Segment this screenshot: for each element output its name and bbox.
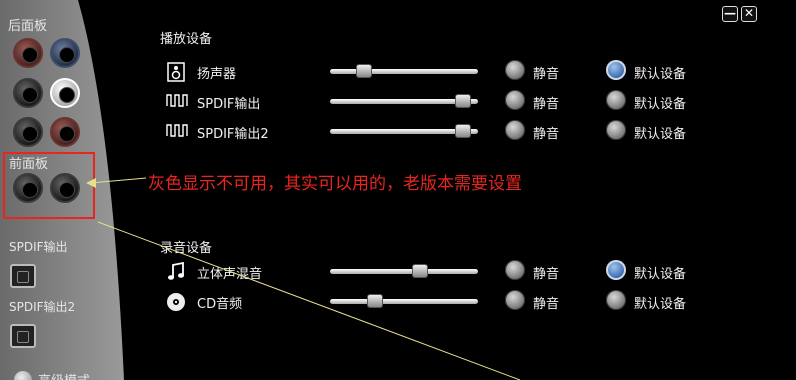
playback-device-row: 扬声器 静音 默认设备 (0, 59, 796, 83)
front-panel-highlight-box (3, 152, 95, 219)
default-device-radio[interactable] (606, 120, 626, 140)
minimize-button[interactable]: — (722, 6, 738, 22)
volume-slider[interactable] (330, 294, 478, 308)
cd-icon (166, 292, 186, 311)
recording-section-title: 录音设备 (160, 241, 213, 256)
mute-radio[interactable] (505, 60, 525, 80)
volume-slider[interactable] (330, 124, 478, 138)
mute-radio[interactable] (505, 90, 525, 110)
mute-radio[interactable] (505, 260, 525, 280)
volume-slider-thumb[interactable] (455, 124, 471, 138)
mute-radio[interactable] (505, 120, 525, 140)
default-device-radio[interactable] (606, 290, 626, 310)
spdif-out-label: SPDIF输出 (9, 240, 68, 254)
default-device-label: 默认设备 (634, 67, 687, 82)
mute-label: 静音 (533, 127, 560, 142)
default-device-radio[interactable] (606, 60, 626, 80)
volume-slider-thumb[interactable] (412, 264, 428, 278)
default-device-label: 默认设备 (634, 267, 687, 282)
spdif-port2-icon (10, 324, 36, 348)
mute-radio[interactable] (505, 290, 525, 310)
annotation-text: 灰色显示不可用，其实可以用的，老版本需要设置 (148, 174, 522, 194)
device-name: 立体声混音 (197, 267, 263, 282)
music-note-icon (166, 261, 186, 280)
volume-slider-thumb[interactable] (356, 64, 372, 78)
device-name: SPDIF输出 (197, 97, 261, 112)
volume-slider[interactable] (330, 264, 478, 278)
mute-label: 静音 (533, 297, 560, 312)
default-device-label: 默认设备 (634, 97, 687, 112)
default-device-label: 默认设备 (634, 297, 687, 312)
close-button[interactable]: ✕ (741, 6, 757, 22)
device-name: 扬声器 (197, 67, 237, 82)
spdif-wave-icon (166, 92, 188, 110)
default-device-label: 默认设备 (634, 127, 687, 142)
spdif-wave-icon (166, 122, 188, 140)
playback-device-row: SPDIF输出2 静音 默认设备 (0, 119, 796, 143)
mute-label: 静音 (533, 97, 560, 112)
mute-label: 静音 (533, 267, 560, 282)
volume-slider-thumb[interactable] (367, 294, 383, 308)
volume-slider[interactable] (330, 94, 478, 108)
default-device-radio[interactable] (606, 90, 626, 110)
device-name: SPDIF输出2 (197, 127, 269, 142)
recording-device-row: 立体声混音 静音 默认设备 (0, 259, 796, 283)
back-panel-label: 后面板 (8, 19, 48, 34)
device-name: CD音频 (197, 297, 243, 312)
speaker-icon (166, 62, 186, 82)
volume-slider-thumb[interactable] (455, 94, 471, 108)
volume-slider[interactable] (330, 64, 478, 78)
default-device-radio[interactable] (606, 260, 626, 280)
advanced-mode-label: 高级模式 (38, 370, 90, 380)
audio-manager-window: 后面板 前面板 SPDIF输出 SPDIF输出2 高级模式 — ✕ 播放设备 扬… (0, 0, 796, 380)
playback-section-title: 播放设备 (160, 32, 213, 47)
playback-device-row: SPDIF输出 静音 默认设备 (0, 89, 796, 113)
mute-label: 静音 (533, 67, 560, 82)
recording-device-row: CD音频 静音 默认设备 (0, 289, 796, 313)
